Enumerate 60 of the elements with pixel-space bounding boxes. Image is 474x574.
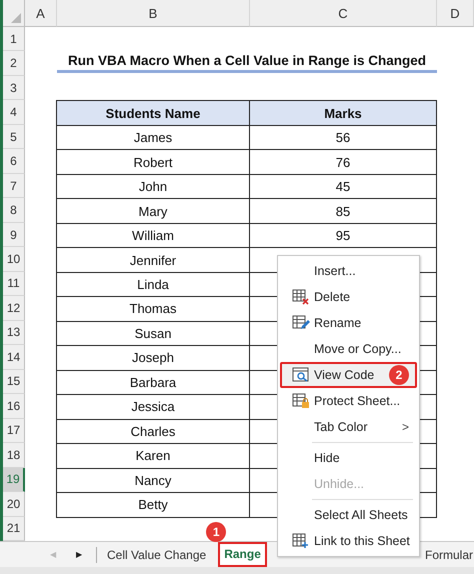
select-all-icon[interactable]: [11, 13, 21, 23]
menu-label: Hide: [314, 451, 340, 465]
menu-label: Select All Sheets: [314, 508, 408, 522]
step-badge: 2: [389, 365, 409, 385]
column-header[interactable]: B: [57, 0, 250, 27]
row-number[interactable]: 4: [3, 100, 25, 125]
row-number[interactable]: 13: [3, 320, 25, 346]
menu-label: Link to this Sheet: [314, 534, 410, 548]
row-number[interactable]: 15: [3, 370, 25, 394]
menu-item[interactable]: Delete: [280, 284, 417, 310]
column-header[interactable]: A: [25, 0, 57, 27]
column-header[interactable]: D: [437, 0, 474, 27]
menu-item[interactable]: Tab Color >: [280, 414, 417, 440]
menu-label: Move or Copy...: [314, 342, 402, 356]
sheet-tab[interactable]: Cell Value Change: [97, 542, 216, 567]
table-cell: Betty: [56, 492, 250, 518]
submenu-arrow: >: [402, 420, 409, 434]
row-number[interactable]: 3: [3, 76, 25, 100]
menu-label: Protect Sheet...: [314, 394, 400, 408]
sheet-title: Run VBA Macro When a Cell Value in Range is Changed: [57, 51, 437, 73]
column-heading: Marks: [249, 100, 437, 126]
row-number[interactable]: 6: [3, 149, 25, 174]
menu-item[interactable]: Insert...: [280, 258, 417, 284]
row-number[interactable]: 11: [3, 272, 25, 296]
row-number[interactable]: 16: [3, 394, 25, 419]
menu-item[interactable]: Link to this Sheet: [280, 528, 417, 554]
menu-label: Unhide...: [314, 477, 364, 491]
menu-item[interactable]: Select All Sheets: [280, 502, 417, 528]
column-heading: Students Name: [56, 100, 250, 126]
row-number[interactable]: 17: [3, 418, 25, 444]
menu-label: Tab Color: [314, 420, 368, 434]
row-number[interactable]: 1: [3, 27, 25, 52]
menu-item[interactable]: Rename: [280, 310, 417, 336]
view-code-icon: [292, 367, 310, 383]
sheet-tab[interactable]: Formular: [424, 542, 474, 567]
menu-label: View Code: [314, 368, 374, 382]
menu-label: Rename: [314, 316, 362, 330]
row-number[interactable]: 19: [3, 468, 25, 492]
row-number[interactable]: 21: [3, 516, 25, 541]
delete-sheet-icon: [292, 289, 310, 305]
row-number[interactable]: 14: [3, 345, 25, 370]
row-number[interactable]: 9: [3, 222, 25, 248]
menu-item[interactable]: Protect Sheet...: [280, 388, 417, 414]
row-number[interactable]: 8: [3, 198, 25, 223]
sheet-tab[interactable]: Range: [218, 542, 267, 567]
menu-item[interactable]: View Code 2: [280, 362, 417, 388]
menu-label: Delete: [314, 290, 350, 304]
row-number[interactable]: 5: [3, 124, 25, 150]
lock-sheet-icon: [292, 393, 310, 409]
menu-item[interactable]: Move or Copy...: [280, 336, 417, 362]
row-number[interactable]: 12: [3, 296, 25, 321]
row-number[interactable]: 18: [3, 443, 25, 468]
menu-label: Insert...: [314, 264, 356, 278]
row-number[interactable]: 20: [3, 492, 25, 517]
row-number[interactable]: 7: [3, 174, 25, 198]
row-number[interactable]: 10: [3, 247, 25, 272]
rename-sheet-icon: [292, 315, 310, 331]
row-number[interactable]: 2: [3, 51, 25, 76]
column-header[interactable]: C: [250, 0, 437, 27]
link-sheet-icon: [292, 533, 310, 549]
